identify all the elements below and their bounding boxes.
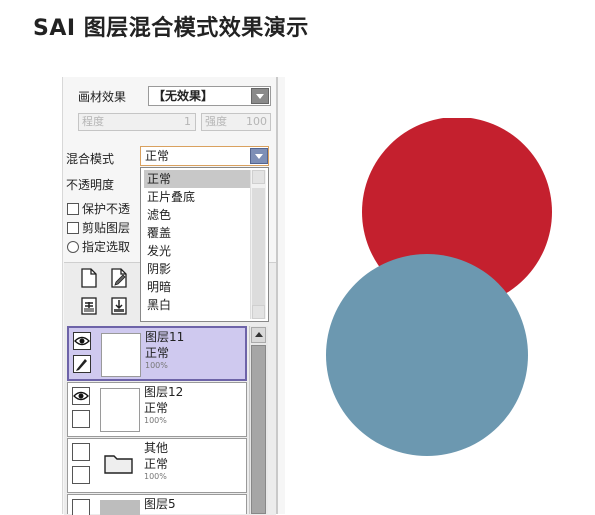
layer-name: 其他 (144, 441, 169, 455)
visibility-toggle[interactable] (72, 443, 90, 461)
eye-icon[interactable] (73, 332, 91, 350)
scroll-thumb[interactable] (252, 188, 265, 308)
blend-menu-item[interactable]: 黑白 (144, 296, 253, 314)
pen-icon[interactable] (73, 355, 91, 373)
new-folder-icon[interactable] (80, 296, 98, 315)
layer-opacity: 100% (144, 472, 167, 481)
scroll-thumb[interactable] (251, 345, 266, 514)
lock-toggle[interactable] (72, 410, 90, 428)
degree-label: 程度 (82, 115, 104, 128)
folder-icon (104, 451, 134, 479)
degree-value: 1 (184, 115, 191, 128)
layer-opacity: 100% (145, 361, 168, 370)
strength-value: 100 (246, 115, 267, 128)
select-source-radio[interactable] (67, 241, 79, 253)
blue-circle (326, 254, 528, 456)
strength-label: 强度 (205, 115, 227, 128)
visibility-toggle[interactable] (72, 499, 90, 515)
degree-field: 程度 1 (78, 113, 196, 131)
layer-item-folder[interactable]: 其他 正常 100% (67, 438, 247, 493)
layer-thumbnail (100, 388, 140, 432)
eye-icon[interactable] (72, 387, 90, 405)
layer-mode: 正常 (144, 457, 169, 471)
blend-mode-menu: 正常 正片叠底 滤色 覆盖 发光 阴影 明暗 黑白 (140, 167, 269, 322)
opacity-label: 不透明度 (66, 178, 115, 192)
layer-thumbnail (101, 333, 141, 377)
blend-menu-scrollbar[interactable] (250, 170, 266, 319)
layer-item-11[interactable]: 图层11 正常 100% (67, 326, 247, 381)
protect-opacity-label: 保护不透 (82, 202, 131, 216)
blend-mode-value: 正常 (145, 149, 170, 163)
lock-toggle[interactable] (72, 466, 90, 484)
layer-name: 图层5 (144, 497, 176, 511)
panel-divider (276, 77, 278, 514)
brush-effect-value: 【无效果】 (153, 89, 214, 103)
layer-name: 图层11 (145, 330, 185, 344)
blend-menu-item[interactable]: 覆盖 (144, 224, 253, 242)
layer-item-12[interactable]: 图层12 正常 100% (67, 382, 247, 437)
layer-mode: 正常 (145, 346, 170, 360)
scroll-up-icon[interactable] (252, 170, 265, 184)
blend-menu-item[interactable]: 滤色 (144, 206, 253, 224)
layer-mode: 正常 (144, 401, 169, 415)
blend-menu-item[interactable]: 明暗 (144, 278, 253, 296)
blend-menu-item[interactable]: 正片叠底 (144, 188, 253, 206)
strength-field: 强度 100 (201, 113, 271, 131)
blend-mode-dropdown-icon[interactable] (250, 148, 268, 164)
blend-menu-item[interactable]: 正常 (144, 170, 253, 188)
protect-opacity-checkbox[interactable] (67, 203, 79, 215)
select-source-label: 指定选取 (82, 240, 131, 254)
clip-layer-checkbox[interactable] (67, 222, 79, 234)
layer-list-scrollbar[interactable] (249, 326, 268, 514)
layer-name: 图层12 (144, 385, 184, 399)
blend-mode-label: 混合模式 (66, 152, 115, 166)
new-layer-icon[interactable] (80, 268, 98, 288)
blend-menu-item[interactable]: 阴影 (144, 260, 253, 278)
scroll-down-icon[interactable] (252, 305, 265, 319)
brush-effect-dropdown-icon[interactable] (251, 88, 269, 104)
layer-opacity: 100% (144, 416, 167, 425)
scroll-up-icon[interactable] (251, 327, 266, 343)
blend-menu-item[interactable]: 发光 (144, 242, 253, 260)
new-linked-layer-icon[interactable] (110, 268, 128, 288)
clip-layer-label: 剪贴图层 (82, 221, 131, 235)
blend-demo-canvas (326, 118, 552, 456)
layer-thumbnail (100, 500, 140, 515)
page-heading: SAI 图层混合模式效果演示 (33, 16, 309, 41)
layer-item-5[interactable]: 图层5 (67, 494, 247, 515)
brush-effect-label: 画材效果 (78, 90, 127, 104)
merge-layer-icon[interactable] (110, 296, 128, 315)
